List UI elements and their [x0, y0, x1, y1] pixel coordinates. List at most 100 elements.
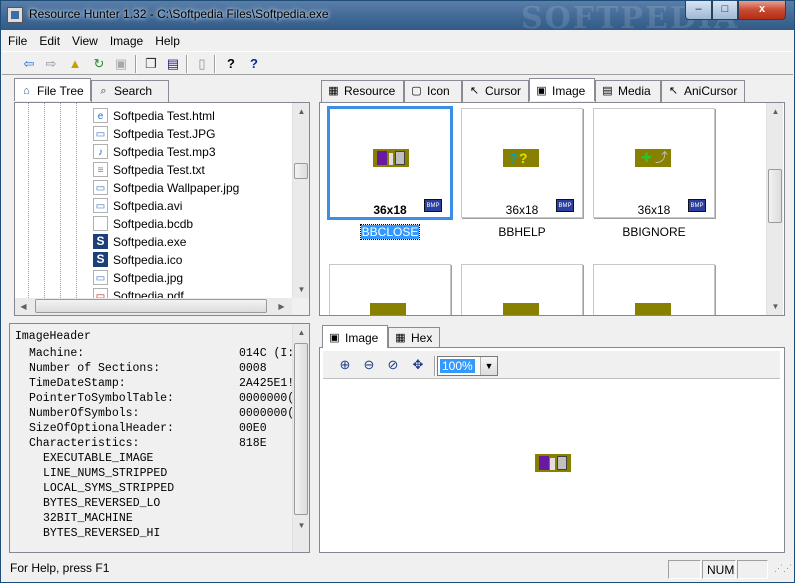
tree-item[interactable]: ▭ Softpedia.jpg	[15, 269, 290, 287]
tree-item[interactable]: ≡ Softpedia Test.txt	[15, 161, 290, 179]
file-tree-vscroll[interactable]: ▲ ▼	[292, 103, 309, 298]
tab-preview-hex[interactable]: ▦ Hex	[388, 327, 440, 349]
thumbnail-name[interactable]: BBCLOSE	[329, 224, 451, 240]
context-help-button[interactable]: ?	[245, 55, 263, 73]
text-file-icon: ≡	[93, 162, 108, 177]
softpedia-exe-icon: S	[93, 234, 108, 249]
title-bar[interactable]: Resource Hunter 1.32 - C:\Softpedia File…	[1, 1, 794, 36]
header-title: ImageHeader	[15, 330, 91, 343]
zoom-select[interactable]: 100% ▼	[437, 356, 498, 376]
scroll-left-arrow[interactable]: ◀	[15, 298, 32, 315]
scroll-up-arrow[interactable]: ▲	[293, 103, 309, 120]
menu-file[interactable]: File	[2, 31, 33, 51]
thumbnail-card[interactable]: ✚ ⤴ 36x18 BMP	[593, 108, 715, 218]
tab-label: File Tree	[37, 84, 84, 98]
forward-button[interactable]: ⇨	[42, 55, 60, 73]
toolbar-separator	[135, 55, 137, 73]
delete-button[interactable]: ▯	[193, 55, 211, 73]
thumbnail-card[interactable]: 36x18 BMP	[327, 106, 453, 220]
context-help-icon: ?	[250, 56, 258, 71]
tab-search[interactable]: ⌕ Search	[91, 80, 169, 102]
resource-icon: ▦	[328, 85, 339, 97]
tab-label: Image	[552, 84, 586, 98]
header-key: Machine:	[29, 347, 85, 360]
refresh-button[interactable]: ↻	[90, 55, 108, 73]
thumbnail-image: ??	[503, 149, 539, 167]
tree-item[interactable]: S Softpedia.ico	[15, 251, 290, 269]
delete-icon: ▯	[198, 56, 206, 71]
tab-label: Icon	[427, 84, 450, 98]
tree-item[interactable]: ▭ Softpedia Wallpaper.jpg	[15, 179, 290, 197]
scroll-thumb[interactable]	[294, 343, 308, 515]
image-type-icon: ▣	[536, 85, 547, 97]
thumbnail-name[interactable]: BBIGNORE	[593, 225, 715, 239]
tree-item-label: Softpedia Test.txt	[113, 163, 205, 177]
file-tree-hscroll[interactable]: ◀ ▶	[15, 298, 292, 315]
tab-anicursor[interactable]: ↖ AniCursor	[661, 80, 745, 102]
thumbnail-card[interactable]: ?? 36x18 BMP	[461, 108, 583, 218]
menu-image[interactable]: Image	[104, 31, 149, 51]
bmp-badge-icon: BMP	[556, 199, 574, 212]
help-button[interactable]: ?	[222, 55, 240, 73]
thumbnail-image	[373, 149, 409, 167]
scroll-up-arrow[interactable]: ▲	[293, 324, 309, 341]
thumbnail-name[interactable]: BBHELP	[461, 225, 583, 239]
header-vscroll[interactable]: ▲ ▼	[292, 324, 309, 552]
tab-image[interactable]: ▣ Image	[529, 78, 595, 101]
zoom-in-button[interactable]: ⊕	[336, 356, 354, 374]
scroll-right-arrow[interactable]: ▶	[273, 298, 290, 315]
scroll-thumb[interactable]	[768, 169, 782, 223]
chevron-down-icon[interactable]: ▼	[480, 357, 497, 375]
zoom-out-button[interactable]: ⊖	[360, 356, 378, 374]
scroll-up-arrow[interactable]: ▲	[767, 103, 784, 120]
tab-icon[interactable]: ▢ Icon	[404, 80, 462, 102]
thumbnail-partial[interactable]	[461, 264, 583, 315]
tab-cursor[interactable]: ↖ Cursor	[462, 80, 529, 102]
resize-grip[interactable]: ⋰⋰	[774, 564, 792, 580]
media-icon: ▤	[602, 85, 613, 97]
save-button[interactable]: ▤	[164, 55, 182, 73]
tree-item[interactable]: S Softpedia.exe	[15, 233, 290, 251]
fit-icon: ✥	[412, 357, 424, 372]
tree-item[interactable]: ♪ Softpedia Test.mp3	[15, 143, 290, 161]
thumbnail-vscroll[interactable]: ▲ ▼	[766, 103, 783, 315]
fit-button[interactable]: ✥	[409, 356, 427, 374]
save-disabled-button[interactable]: ▣	[112, 55, 130, 73]
header-flag: 32BIT_MACHINE	[43, 512, 133, 525]
tab-file-tree[interactable]: ⌂ File Tree	[14, 78, 91, 101]
header-flag: LINE_NUMS_STRIPPED	[43, 467, 168, 480]
menu-edit[interactable]: Edit	[33, 31, 66, 51]
scroll-thumb[interactable]	[294, 163, 308, 179]
tab-label: Image	[345, 331, 379, 345]
up-folder-button[interactable]: ▲	[66, 55, 84, 73]
bmp-badge-icon: BMP	[688, 199, 706, 212]
tree-item-label: Softpedia Test.mp3	[113, 145, 216, 159]
maximize-button[interactable]: □	[712, 1, 738, 20]
file-tree-panel: e Softpedia Test.html ▭ Softpedia Test.JPG ♪…	[14, 102, 310, 316]
tab-preview-image[interactable]: ▣ Image	[322, 325, 388, 348]
tab-resource[interactable]: ▦ Resource	[321, 80, 404, 102]
scroll-down-arrow[interactable]: ▼	[293, 517, 309, 534]
scroll-thumb[interactable]	[35, 299, 267, 313]
copy-button[interactable]: ❐	[142, 55, 160, 73]
zoom-reset-button[interactable]: ⊘	[384, 356, 402, 374]
menu-help[interactable]: Help	[149, 31, 186, 51]
tree-item[interactable]: Softpedia.bcdb	[15, 215, 290, 233]
scroll-down-arrow[interactable]: ▼	[293, 281, 309, 298]
menu-view[interactable]: View	[66, 31, 104, 51]
scroll-down-arrow[interactable]: ▼	[767, 298, 784, 315]
tree-item-label: Softpedia.ico	[113, 253, 183, 267]
toolbar-separator	[434, 356, 436, 376]
header-flag: EXECUTABLE_IMAGE	[43, 452, 154, 465]
close-button[interactable]: x	[738, 1, 786, 20]
back-button[interactable]: ⇦	[20, 55, 38, 73]
tree-item[interactable]: e Softpedia Test.html	[15, 107, 290, 125]
tree-item[interactable]: ▭ Softpedia.avi	[15, 197, 290, 215]
minimize-button[interactable]: –	[685, 1, 712, 20]
tab-media[interactable]: ▤ Media	[595, 80, 661, 102]
header-value: 014C (I:	[239, 347, 295, 360]
tree-item[interactable]: ▭ Softpedia Test.JPG	[15, 125, 290, 143]
thumbnail-partial[interactable]	[329, 264, 451, 315]
thumbnail-partial[interactable]	[593, 264, 715, 315]
app-icon[interactable]	[7, 7, 23, 23]
